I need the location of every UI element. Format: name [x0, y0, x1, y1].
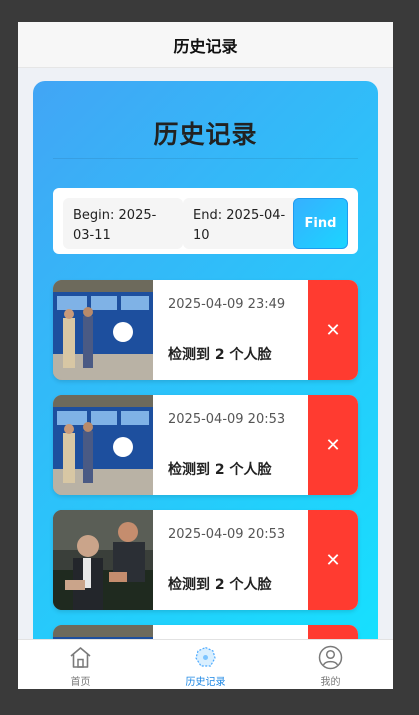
- delete-record-button[interactable]: ✕: [308, 395, 358, 495]
- history-record[interactable]: 2025-04-09 23:49 检测到 2 个人脸 ✕: [53, 280, 358, 380]
- find-button[interactable]: Find: [293, 198, 348, 249]
- close-icon: ✕: [325, 549, 341, 571]
- delete-record-button[interactable]: ✕: [308, 280, 358, 380]
- delete-record-button[interactable]: ✕: [308, 625, 358, 639]
- end-date-picker[interactable]: End: 2025-04-10: [183, 198, 303, 249]
- delete-record-button[interactable]: ✕: [308, 510, 358, 610]
- bus-photo-thumbnail[interactable]: [53, 280, 153, 380]
- screen-frame: 历史记录 历史记录 Begin: 2025-03-11 End: 2025-04…: [0, 0, 419, 715]
- bus-photo-thumbnail[interactable]: [53, 395, 153, 495]
- history-record[interactable]: 2025-04-09 20:53 检测到 2 个人脸 ✕: [53, 395, 358, 495]
- tab-home-label: 首页: [70, 677, 91, 688]
- tab-history-label: 历史记录: [185, 677, 226, 688]
- history-card: 历史记录 Begin: 2025-03-11 End: 2025-04-10 F…: [33, 81, 378, 639]
- card-title: 历史记录: [153, 120, 258, 149]
- record-time: 2025-04-09 20:53: [168, 527, 286, 542]
- tab-history[interactable]: 历史记录: [143, 640, 268, 689]
- phone-screen: 历史记录 历史记录 Begin: 2025-03-11 End: 2025-04…: [18, 22, 393, 689]
- card-divider: [53, 158, 358, 159]
- date-filter: Begin: 2025-03-11 End: 2025-04-10 Find: [53, 188, 358, 254]
- record-description: 检测到 2 个人脸: [168, 347, 272, 363]
- tab-mine[interactable]: 我的: [268, 640, 393, 689]
- navbar-title: 历史记录: [173, 36, 238, 56]
- close-icon: ✕: [325, 319, 341, 341]
- record-time: 2025-04-09 23:49: [168, 297, 286, 312]
- navbar: 历史记录: [18, 22, 393, 68]
- begin-date-picker[interactable]: Begin: 2025-03-11: [63, 198, 183, 249]
- content-area[interactable]: 历史记录 Begin: 2025-03-11 End: 2025-04-10 F…: [18, 68, 393, 639]
- football-photo-thumbnail[interactable]: [53, 510, 153, 610]
- tab-bar: 首页 历史记录 我的: [18, 639, 393, 689]
- history-icon: [193, 645, 218, 670]
- record-description: 检测到 2 个人脸: [168, 577, 272, 593]
- tab-home[interactable]: 首页: [18, 640, 143, 689]
- tab-mine-label: 我的: [320, 677, 341, 688]
- close-icon: ✕: [325, 434, 341, 456]
- record-description: 检测到 2 个人脸: [168, 462, 272, 478]
- record-time: 2025-04-09 20:53: [168, 412, 286, 427]
- history-record[interactable]: 2025-04-09 20:53 检测到 2 个人脸 ✕: [53, 510, 358, 610]
- user-icon: [318, 645, 343, 670]
- history-record[interactable]: ✕: [53, 625, 358, 639]
- bus-photo-thumbnail[interactable]: [53, 625, 153, 639]
- home-icon: [68, 645, 93, 670]
